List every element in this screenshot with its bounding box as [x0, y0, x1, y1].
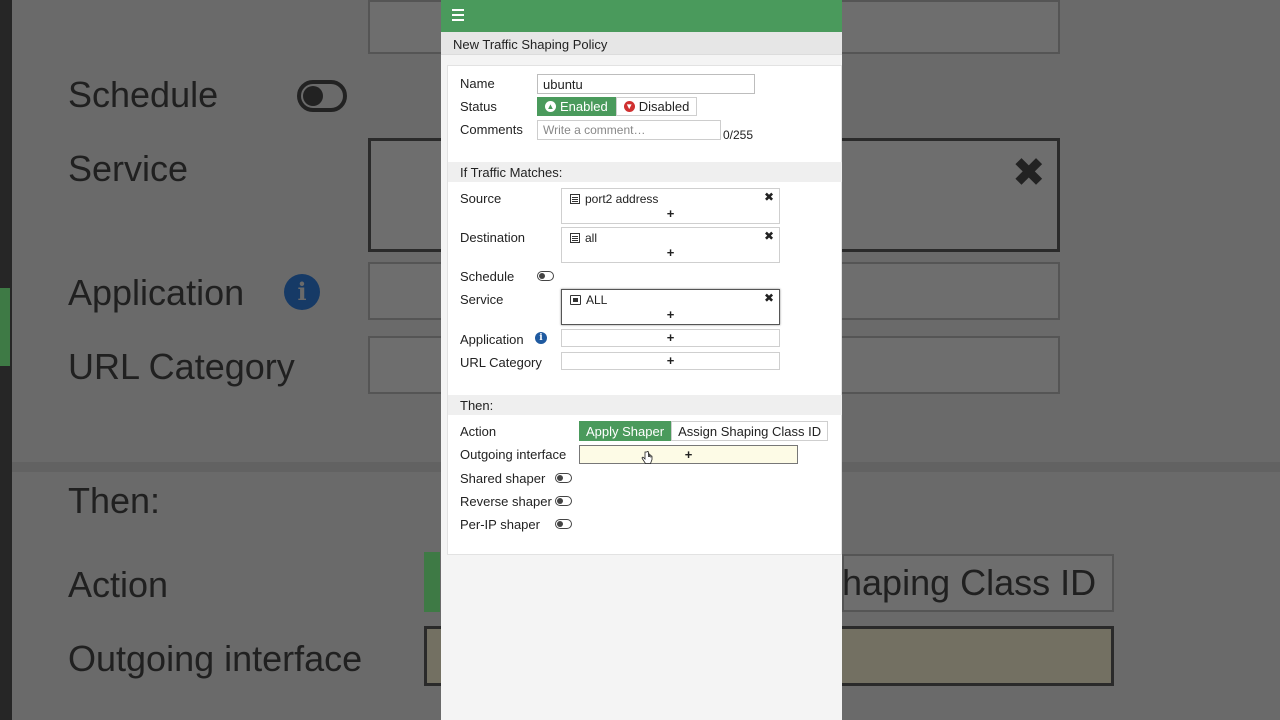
- background-url-category-label: URL Category: [68, 346, 295, 387]
- reverse-shaper-label: Reverse shaper: [460, 494, 552, 509]
- then-heading: Then:: [448, 395, 842, 415]
- arrow-up-icon: ▲: [545, 101, 556, 112]
- status-disabled-button[interactable]: ▼ Disabled: [615, 97, 698, 116]
- background-application-label: Application: [68, 272, 245, 313]
- shared-shaper-label: Shared shaper: [460, 471, 546, 486]
- destination-value: all: [585, 230, 598, 245]
- source-value: port2 address: [585, 191, 659, 206]
- comments-counter: 0/255: [723, 128, 754, 142]
- destination-entry[interactable]: all ✖: [562, 228, 779, 246]
- url-category-label: URL Category: [460, 355, 542, 370]
- outgoing-interface-add-button[interactable]: +: [579, 445, 798, 464]
- name-label: Name: [460, 76, 495, 91]
- background-action-label: Action: [68, 564, 169, 605]
- policy-panel: New Traffic Shaping Policy Name ubuntu S…: [441, 0, 842, 720]
- arrow-down-icon: ▼: [623, 101, 635, 112]
- destination-field[interactable]: all ✖ +: [561, 227, 780, 263]
- reverse-shaper-toggle[interactable]: [555, 496, 572, 506]
- action-label: Action: [460, 424, 497, 439]
- service-icon: [570, 294, 581, 305]
- background-then-label: Then:: [68, 480, 161, 521]
- remove-icon[interactable]: ✖: [764, 291, 774, 305]
- service-value: ALL: [586, 292, 608, 307]
- application-label: Application: [460, 332, 524, 347]
- application-add-button[interactable]: +: [561, 329, 780, 347]
- hand-cursor-icon: [641, 451, 653, 464]
- destination-add-button[interactable]: +: [562, 246, 779, 262]
- remove-icon[interactable]: ✖: [764, 190, 774, 204]
- source-entry[interactable]: port2 address ✖: [562, 189, 779, 207]
- source-field[interactable]: port2 address ✖ +: [561, 188, 780, 224]
- top-bar: [441, 0, 842, 32]
- action-toggle-group: Apply Shaper Assign Shaping Class ID: [579, 421, 829, 441]
- schedule-label: Schedule: [460, 269, 515, 284]
- background-schedule-label: Schedule: [68, 74, 219, 115]
- status-toggle-group: ▲ Enabled ▼ Disabled: [537, 97, 698, 116]
- service-add-button[interactable]: +: [562, 308, 779, 324]
- background-toggle: [297, 80, 347, 112]
- comments-textarea[interactable]: Write a comment…: [537, 120, 721, 140]
- service-field[interactable]: ALL ✖ +: [561, 289, 780, 325]
- info-icon[interactable]: i: [535, 332, 547, 344]
- source-label: Source: [460, 191, 502, 206]
- destination-label: Destination: [460, 230, 526, 245]
- apply-shaper-button[interactable]: Apply Shaper: [579, 421, 672, 441]
- background-outgoing-interface-label: Outgoing interface: [68, 638, 363, 679]
- assign-shaping-class-id-button[interactable]: Assign Shaping Class ID: [671, 421, 829, 441]
- outgoing-interface-label: Outgoing interface: [460, 447, 567, 462]
- background-service-label: Service: [68, 148, 189, 189]
- background-shaping-text: haping Class ID: [842, 562, 1097, 603]
- policy-form: Name ubuntu Status ▲ Enabled ▼ Disabled …: [447, 65, 842, 555]
- url-category-add-button[interactable]: +: [561, 352, 780, 370]
- address-icon: [570, 193, 580, 204]
- service-entry[interactable]: ALL ✖: [562, 290, 779, 308]
- name-input[interactable]: ubuntu: [537, 74, 755, 94]
- comments-label: Comments: [460, 122, 523, 137]
- page-title: New Traffic Shaping Policy: [441, 32, 842, 55]
- per-ip-shaper-toggle[interactable]: [555, 519, 572, 529]
- source-add-button[interactable]: +: [562, 207, 779, 223]
- background-remove-icon: ✖: [1012, 151, 1046, 195]
- per-ip-shaper-label: Per-IP shaper: [460, 517, 540, 532]
- background-green-bar: [0, 288, 10, 366]
- status-disabled-label: Disabled: [638, 99, 690, 114]
- status-enabled-label: Enabled: [560, 99, 608, 114]
- background-info-icon: i: [284, 274, 320, 310]
- remove-icon[interactable]: ✖: [764, 229, 774, 243]
- address-icon: [570, 232, 580, 243]
- shared-shaper-toggle[interactable]: [555, 473, 572, 483]
- background-green-button: [424, 552, 440, 612]
- service-label: Service: [460, 292, 504, 307]
- status-label: Status: [460, 99, 497, 114]
- menu-icon[interactable]: [452, 9, 464, 21]
- status-enabled-button[interactable]: ▲ Enabled: [537, 97, 616, 116]
- schedule-toggle[interactable]: [537, 271, 554, 281]
- if-traffic-matches-heading: If Traffic Matches:: [448, 162, 842, 182]
